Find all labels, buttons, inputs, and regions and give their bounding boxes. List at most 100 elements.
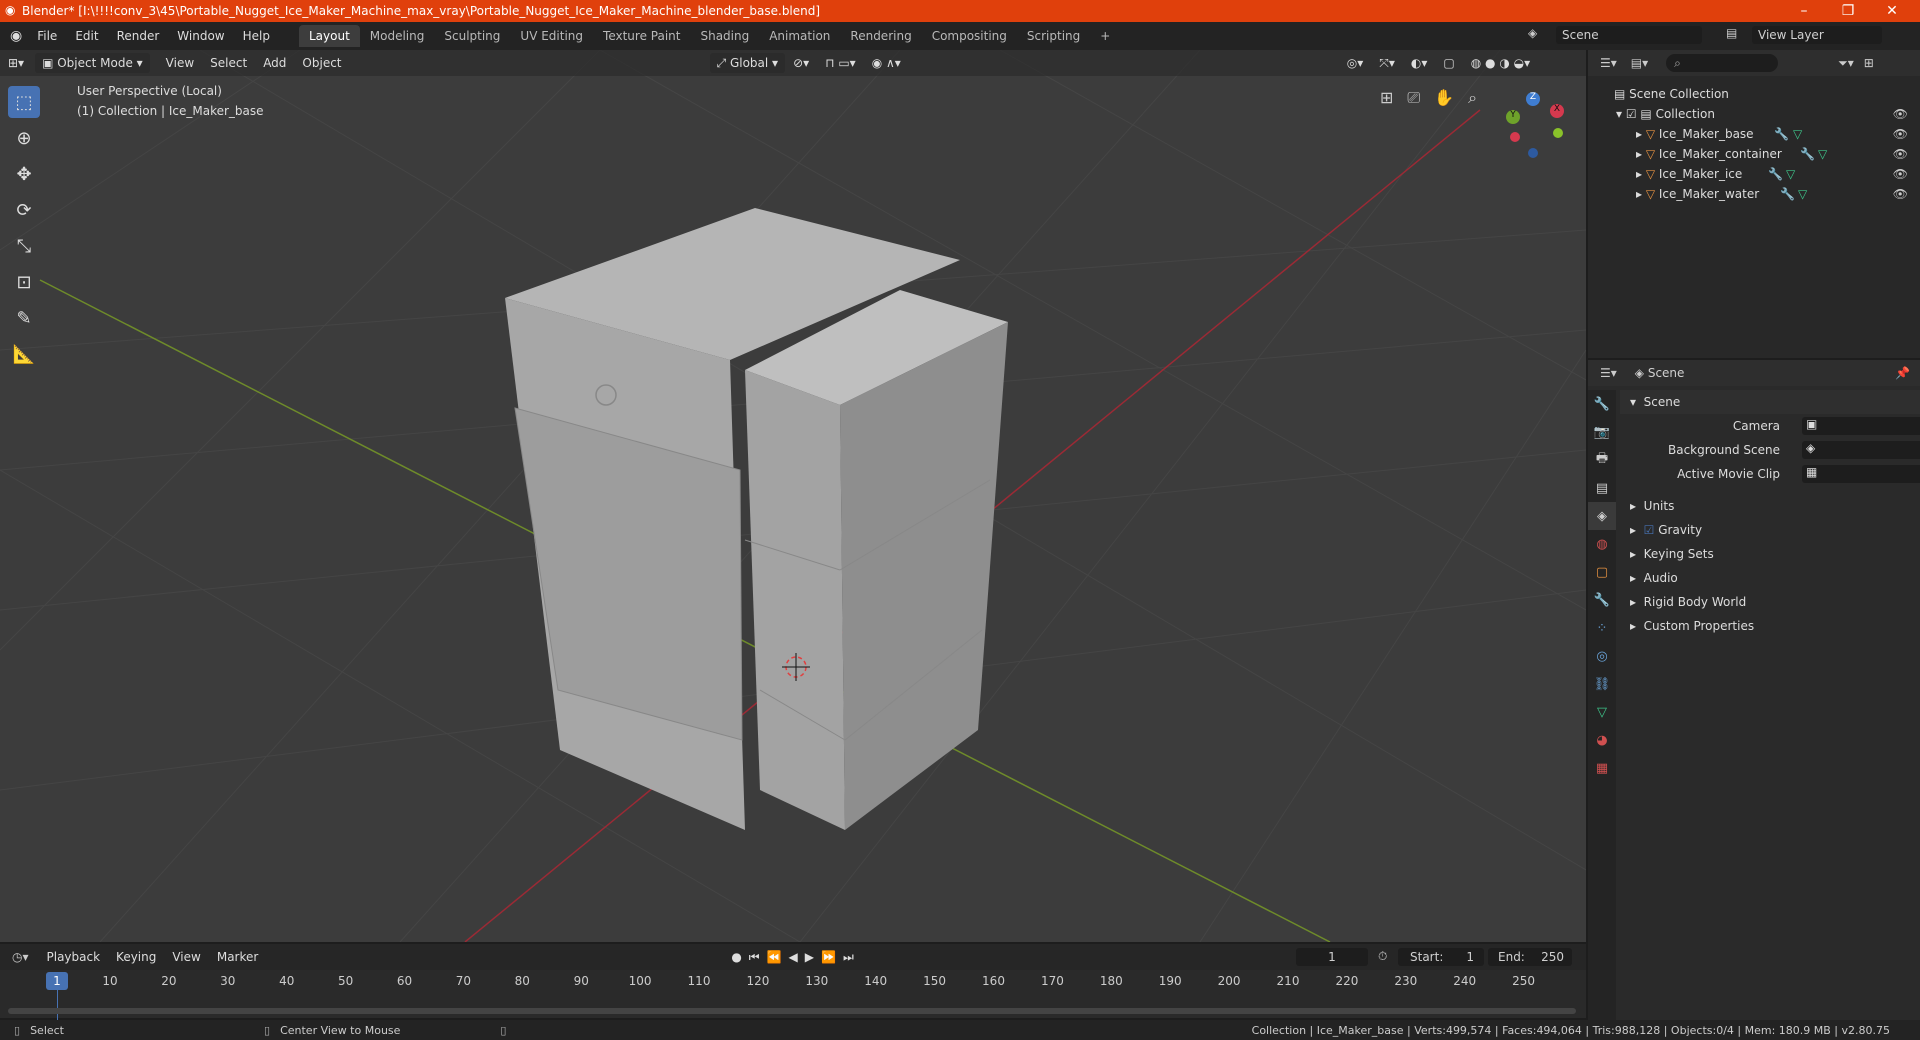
menu-marker[interactable]: Marker (209, 950, 266, 964)
restore-button[interactable]: ❐ (1826, 0, 1870, 22)
visibility-icon[interactable]: ◎▾ (1339, 56, 1372, 70)
rigid-body-world-panel[interactable]: ▸ Rigid Body World (1620, 590, 1920, 614)
rotate-tool-icon[interactable]: ⟳ (8, 194, 40, 226)
start-frame-field[interactable]: Start: 1 (1398, 948, 1484, 966)
tab-sculpting[interactable]: Sculpting (434, 25, 510, 47)
tab-uv-editing[interactable]: UV Editing (510, 25, 593, 47)
render-tab-icon[interactable]: 📷 (1588, 418, 1616, 446)
tab-layout[interactable]: Layout (298, 25, 360, 47)
viewport-nav-icons[interactable]: ⊞⎚✋⌕ (1380, 88, 1491, 108)
close-button[interactable]: ✕ (1870, 0, 1914, 22)
scene-panel-header[interactable]: ▾ Scene (1620, 390, 1920, 414)
end-frame-field[interactable]: End: 250 (1488, 948, 1572, 966)
scale-tool-icon[interactable]: ⤡ (8, 230, 40, 262)
gizmo-neg-y[interactable] (1553, 128, 1563, 138)
material-tab-icon[interactable]: ◕ (1588, 726, 1616, 754)
outliner-collection[interactable]: ▾ ☑ ▤ Collection 👁 (1588, 104, 1920, 124)
gizmo-y[interactable]: Y (1506, 110, 1520, 124)
expand-arrow-icon[interactable]: ▸ (1636, 187, 1646, 201)
object-mode-dropdown[interactable]: ▣ Object Mode ▾ (35, 53, 150, 73)
eye-icon[interactable]: 👁 (1893, 187, 1908, 201)
menu-keying[interactable]: Keying (108, 950, 164, 964)
menu-timeline-view[interactable]: View (164, 950, 208, 964)
tab-shading[interactable]: Shading (690, 25, 759, 47)
data-tab-icon[interactable]: ▽ (1588, 698, 1616, 726)
xray-icon[interactable]: ▢ (1435, 56, 1462, 70)
menu-file[interactable]: File (28, 29, 66, 43)
timeline-editor-icon[interactable]: ◷▾ (12, 950, 29, 964)
snap-icon[interactable]: ⊓ ▭▾ (817, 56, 864, 70)
filter-icon[interactable]: ⏷▾ (1838, 56, 1854, 71)
particles-tab-icon[interactable]: ⁘ (1588, 614, 1616, 642)
tab-animation[interactable]: Animation (759, 25, 840, 47)
transform-orientation-dropdown[interactable]: ⤢ Global ▾ (709, 53, 786, 73)
eye-icon[interactable]: 👁 (1893, 127, 1908, 141)
eye-icon[interactable]: 👁 (1893, 107, 1908, 121)
outliner-scene-collection[interactable]: ▤ Scene Collection (1588, 84, 1920, 104)
current-frame-field[interactable]: 1 (1296, 948, 1368, 966)
display-mode-icon[interactable]: ▤▾ (1631, 56, 1648, 70)
add-workspace-button[interactable]: + (1090, 25, 1120, 47)
gizmo-neg-x[interactable] (1510, 132, 1520, 142)
new-collection-icon[interactable]: ⊞ (1864, 56, 1874, 70)
mesh-data-icon[interactable]: ▽ (1818, 147, 1827, 161)
pivot-icon[interactable]: ⊘▾ (785, 56, 817, 70)
outliner-item-ice-maker-container[interactable]: ▸ ▽ Ice_Maker_container 🔧 ▽ 👁 (1588, 144, 1920, 164)
audio-panel[interactable]: ▸ Audio (1620, 566, 1920, 590)
measure-tool-icon[interactable]: 📐 (8, 338, 40, 370)
pin-icon[interactable]: 📌 (1895, 366, 1910, 380)
annotate-tool-icon[interactable]: ✎ (8, 302, 40, 334)
select-box-tool-icon[interactable]: ⬚ (8, 86, 40, 118)
tab-compositing[interactable]: Compositing (922, 25, 1017, 47)
menu-object[interactable]: Object (294, 56, 349, 70)
outliner-item-ice-maker-ice[interactable]: ▸ ▽ Ice_Maker_ice 🔧 ▽ 👁 (1588, 164, 1920, 184)
menu-help[interactable]: Help (234, 29, 279, 43)
mesh-data-icon[interactable]: ▽ (1798, 187, 1807, 201)
tab-rendering[interactable]: Rendering (840, 25, 921, 47)
units-panel[interactable]: ▸ Units (1620, 494, 1920, 518)
outliner-search-input[interactable]: ⌕ (1666, 54, 1779, 72)
view-layer-tab-icon[interactable]: ▤ (1588, 474, 1616, 502)
transform-tool-icon[interactable]: ⊡ (8, 266, 40, 298)
overlay-toggle-icon[interactable]: ◐▾ (1403, 56, 1436, 70)
scene-tab-icon[interactable]: ◈ (1588, 502, 1616, 530)
proportional-edit-icon[interactable]: ◉ ∧▾ (864, 56, 909, 70)
timeline-scrollbar[interactable] (8, 1008, 1576, 1014)
view-layer-selector[interactable]: View Layer (1752, 26, 1882, 44)
world-tab-icon[interactable]: ◍ (1588, 530, 1616, 558)
output-tab-icon[interactable]: 🖶 (1588, 446, 1616, 474)
gravity-panel[interactable]: ▸ ☑ Gravity (1620, 518, 1920, 542)
shading-modes-icon[interactable]: ◍ ● ◑ ◒▾ (1463, 56, 1538, 70)
gizmo-neg-z[interactable] (1528, 148, 1538, 158)
eye-icon[interactable]: 👁 (1893, 147, 1908, 161)
cursor-tool-icon[interactable]: ⊕ (8, 122, 40, 154)
timeline-ruler[interactable]: 1 10 20 30 40 50 60 70 80 90 100 110 120 130 140 150 160… (0, 970, 1586, 1020)
tab-scripting[interactable]: Scripting (1017, 25, 1090, 47)
expand-arrow-icon[interactable]: ▾ (1616, 107, 1626, 121)
constraints-tab-icon[interactable]: ⛓ (1588, 670, 1616, 698)
outliner-item-ice-maker-base[interactable]: ▸ ▽ Ice_Maker_base 🔧 ▽ 👁 (1588, 124, 1920, 144)
menu-window[interactable]: Window (168, 29, 233, 43)
properties-editor-icon[interactable]: ☰▾ (1600, 366, 1617, 380)
camera-field[interactable]: ▣✎ (1802, 417, 1920, 435)
collection-checkbox[interactable]: ☑ (1626, 107, 1641, 121)
object-tab-icon[interactable]: ▢ (1588, 558, 1616, 586)
playback-controls-icon[interactable]: ●⏮⏪◀▶⏩⏭ (731, 950, 860, 965)
modifier-icon[interactable]: 🔧 (1774, 127, 1789, 141)
3d-viewport[interactable] (0, 50, 1586, 942)
modifier-icon[interactable]: 🔧 (1800, 147, 1815, 161)
eye-icon[interactable]: 👁 (1893, 167, 1908, 181)
tab-modeling[interactable]: Modeling (360, 25, 435, 47)
tab-texture-paint[interactable]: Texture Paint (593, 25, 690, 47)
mesh-data-icon[interactable]: ▽ (1786, 167, 1795, 181)
gizmo-z[interactable]: Z (1526, 92, 1540, 106)
menu-select[interactable]: Select (202, 56, 255, 70)
editor-type-icon[interactable]: ⊞▾ (0, 56, 32, 70)
menu-view[interactable]: View (158, 56, 202, 70)
outliner-editor-icon[interactable]: ☰▾ (1600, 56, 1617, 70)
menu-edit[interactable]: Edit (66, 29, 107, 43)
move-tool-icon[interactable]: ✥ (8, 158, 40, 190)
modifier-icon[interactable]: 🔧 (1768, 167, 1783, 181)
expand-arrow-icon[interactable]: ▸ (1636, 127, 1646, 141)
modifier-tab-icon[interactable]: 🔧 (1588, 586, 1616, 614)
